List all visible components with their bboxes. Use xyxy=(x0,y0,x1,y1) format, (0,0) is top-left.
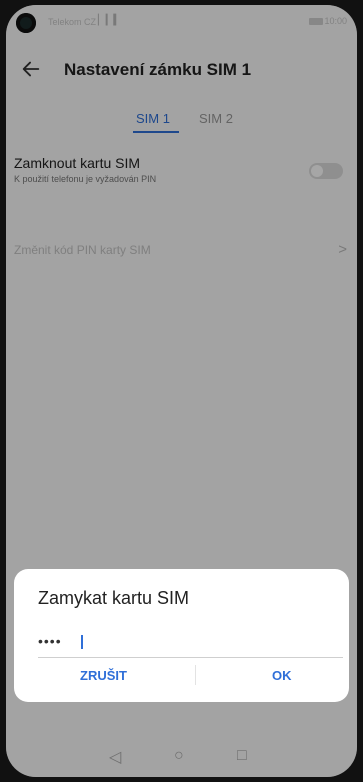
lock-sim-dialog: Zamykat kartu SIM •••• ZRUŠIT OK xyxy=(14,569,349,702)
nav-home-icon[interactable]: ○ xyxy=(174,747,184,765)
dialog-title: Zamykat kartu SIM xyxy=(38,588,190,608)
text-cursor xyxy=(81,635,83,649)
pin-input-value: •••• xyxy=(38,633,62,649)
ok-button[interactable]: OK xyxy=(272,668,292,683)
nav-recent-icon[interactable]: □ xyxy=(237,747,247,765)
pin-input-field[interactable]: •••• xyxy=(38,631,343,658)
cancel-button[interactable]: ZRUŠIT xyxy=(80,668,127,683)
phone-screen: Telekom CZ ▏▎▍ 10:00 Nastavení zámku SIM… xyxy=(6,5,357,777)
nav-back-icon[interactable]: ◁ xyxy=(109,747,121,767)
navigation-bar: ◁ ○ □ xyxy=(6,745,357,775)
button-divider xyxy=(195,665,196,685)
